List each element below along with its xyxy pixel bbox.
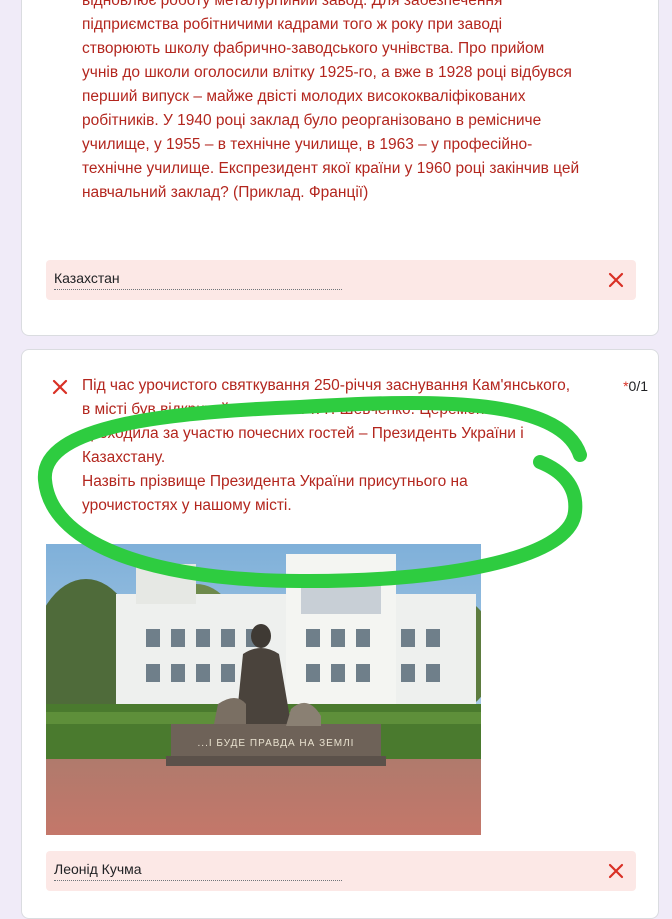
points-score: 0/1 — [628, 378, 648, 394]
monument-photo: ...І БУДЕ ПРАВДА НА ЗЕМЛІ — [46, 544, 481, 835]
question-2-text: Під час урочистого святкування 250-річчя… — [82, 377, 571, 514]
question-card-1: відновлює роботу металургійний завод. Дл… — [21, 0, 659, 336]
answer-underline — [54, 880, 342, 881]
incorrect-icon — [608, 863, 624, 879]
answer-underline — [54, 289, 342, 290]
answer-field-1[interactable]: Казахстан — [46, 260, 636, 300]
answer-field-2[interactable]: Леонід Кучма — [46, 851, 636, 891]
question-1-text: відновлює роботу металургійний завод. Дл… — [82, 0, 580, 201]
points-indicator: *0/1 — [623, 378, 648, 394]
incorrect-icon — [52, 379, 68, 395]
answer-1-value: Казахстан — [54, 270, 120, 286]
incorrect-icon — [608, 272, 624, 288]
answer-2-value: Леонід Кучма — [54, 861, 142, 877]
pedestal-inscription: ...І БУДЕ ПРАВДА НА ЗЕМЛІ — [198, 738, 355, 749]
question-card-2: Під час урочистого святкування 250-річчя… — [21, 349, 659, 919]
